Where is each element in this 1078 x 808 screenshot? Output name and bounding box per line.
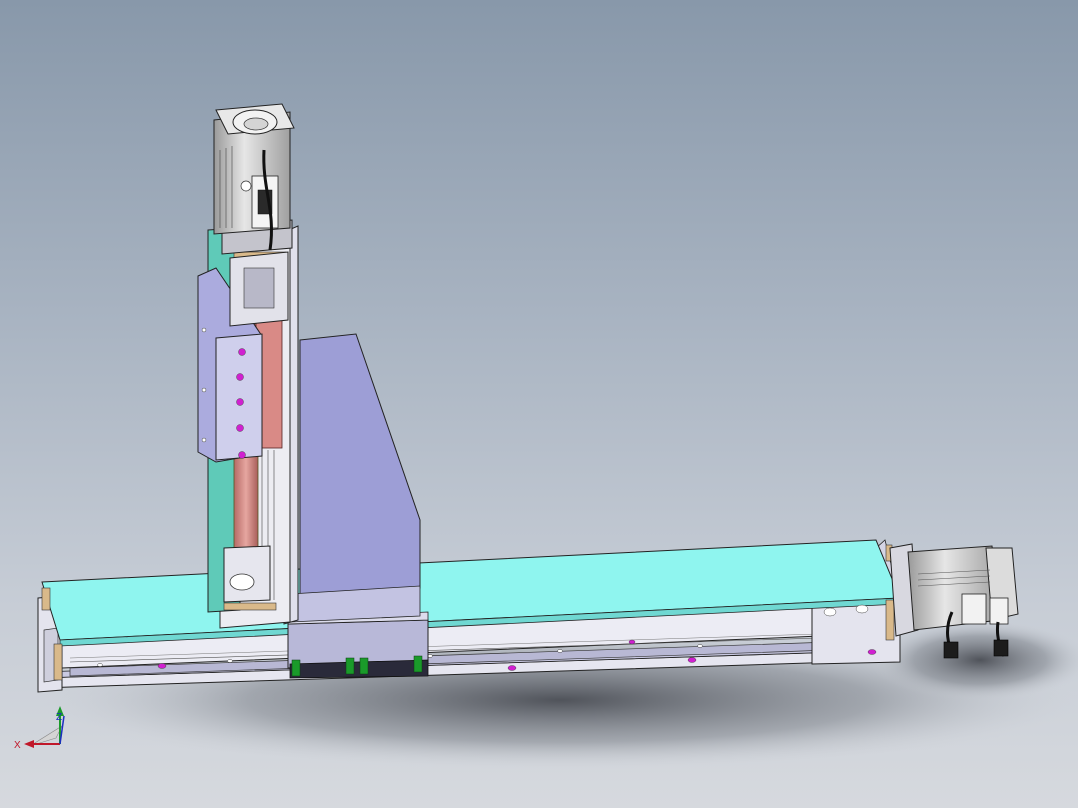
- bearing-green-2: [345, 657, 355, 675]
- triad-x-label: X: [14, 740, 21, 751]
- brass-spacer-right[interactable]: [885, 599, 895, 641]
- axis-triad-icon: X Z: [14, 706, 65, 751]
- vertical-axis[interactable]: [197, 219, 299, 629]
- bearing-green-3: [359, 657, 369, 675]
- horizontal-carriage[interactable]: [287, 611, 429, 679]
- horizontal-motor-connector[interactable]: [961, 593, 987, 625]
- lower-bearing-block[interactable]: [223, 545, 271, 603]
- bearing-green-1: [291, 659, 301, 677]
- vertical-servo-motor[interactable]: [213, 103, 295, 251]
- bearing-green-4: [413, 655, 423, 673]
- lower-bearing-hole: [229, 573, 255, 591]
- vertical-motor-hole-1: [240, 180, 252, 192]
- brass-spacer-left-top[interactable]: [41, 587, 51, 611]
- cad-viewport[interactable]: X Z: [0, 0, 1078, 808]
- triad-z-label: Z: [56, 712, 62, 723]
- vertical-motor-encoder: [243, 117, 269, 131]
- cable-plug-1[interactable]: [943, 641, 959, 659]
- cable-plug-2[interactable]: [993, 639, 1009, 657]
- horizontal-motor-connector-2[interactable]: [989, 597, 1009, 625]
- brass-spacer-left[interactable]: [53, 643, 63, 681]
- coupling-window: [243, 267, 275, 309]
- column-side-face[interactable]: [299, 333, 421, 597]
- cad-model-canvas[interactable]: X Z: [0, 0, 1078, 808]
- brass-rod-lower[interactable]: [223, 602, 277, 611]
- vertical-column-body[interactable]: [289, 333, 421, 623]
